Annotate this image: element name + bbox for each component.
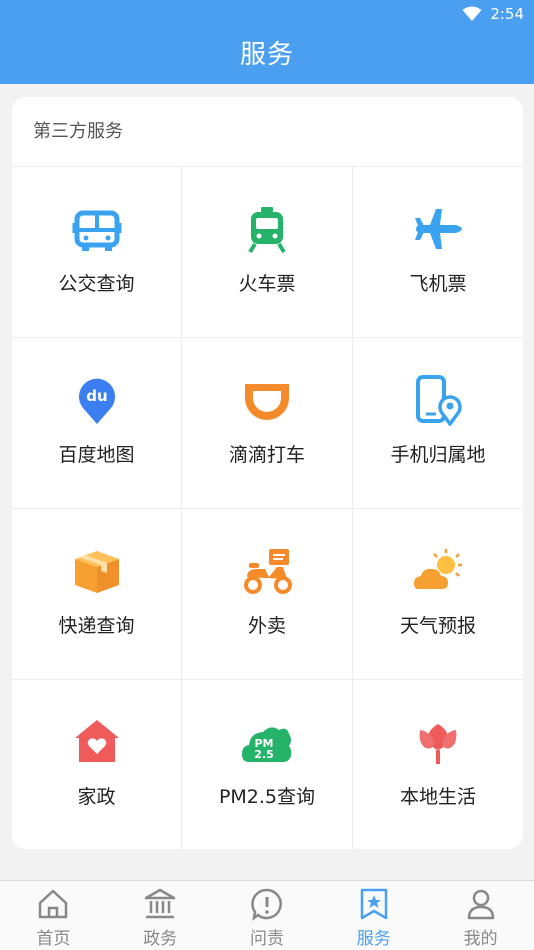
service-phone-location[interactable]: 手机归属地 <box>353 338 523 509</box>
star-bookmark-icon <box>360 888 388 920</box>
service-label: 天气预报 <box>399 615 476 637</box>
service-label: PM2.5查询 <box>218 786 316 808</box>
phone-location-icon <box>412 374 464 426</box>
service-flight-ticket[interactable]: 飞机票 <box>353 167 523 338</box>
service-takeaway[interactable]: 外卖 <box>182 509 353 680</box>
service-baidu-map[interactable]: du 百度地图 <box>12 338 182 509</box>
airplane-icon <box>412 203 464 255</box>
app-bar: 2:54 服务 <box>0 0 534 84</box>
service-local-life[interactable]: 本地生活 <box>353 680 523 849</box>
government-icon <box>144 888 176 919</box>
service-label: 公交查询 <box>58 273 135 295</box>
tab-services[interactable]: 服务 <box>320 881 427 950</box>
service-label: 火车票 <box>238 273 296 295</box>
tab-label: 服务 <box>356 929 391 949</box>
service-housekeeping[interactable]: 家政 <box>12 680 182 849</box>
tulip-icon <box>412 716 464 768</box>
tab-label: 首页 <box>36 929 71 949</box>
home-icon <box>39 889 68 919</box>
tab-label: 问责 <box>249 929 284 949</box>
service-label: 飞机票 <box>409 273 467 295</box>
tab-government[interactable]: 政务 <box>107 881 214 950</box>
services-card: 第三方服务 公交查询 火车票 飞机票 du 百度地图 滴滴打车 手机归属地 快递… <box>12 97 523 849</box>
service-label: 本地生活 <box>399 786 476 808</box>
tab-label: 政务 <box>143 929 178 949</box>
alert-icon <box>251 888 282 921</box>
service-train-ticket[interactable]: 火车票 <box>182 167 353 338</box>
tab-mine[interactable]: 我的 <box>427 881 534 950</box>
service-weather[interactable]: 天气预报 <box>353 509 523 680</box>
service-label: 家政 <box>77 786 116 808</box>
services-grid: 公交查询 火车票 飞机票 du 百度地图 滴滴打车 手机归属地 快递查询 外卖 … <box>12 167 523 849</box>
didi-icon <box>241 374 293 426</box>
status-bar: 2:54 <box>462 4 524 24</box>
service-didi[interactable]: 滴滴打车 <box>182 338 353 509</box>
weather-icon <box>412 545 464 597</box>
pm25-icon: PM 2.5 <box>241 716 293 768</box>
svg-text:2.5: 2.5 <box>254 748 274 761</box>
tab-label: 我的 <box>463 929 498 949</box>
house-icon <box>71 716 123 768</box>
section-title: 第三方服务 <box>12 97 523 167</box>
train-icon <box>241 203 293 255</box>
service-label: 手机归属地 <box>390 444 486 466</box>
service-label: 快递查询 <box>58 615 135 637</box>
svg-text:du: du <box>86 387 107 405</box>
service-express-query[interactable]: 快递查询 <box>12 509 182 680</box>
service-bus-query[interactable]: 公交查询 <box>12 167 182 338</box>
tab-home[interactable]: 首页 <box>0 881 107 950</box>
tab-accountability[interactable]: 问责 <box>214 881 321 950</box>
bottom-tab-bar: 首页 政务 问责 服务 我的 <box>0 880 534 950</box>
service-label: 外卖 <box>247 615 286 637</box>
wifi-icon <box>462 6 482 21</box>
baidu-map-icon: du <box>71 374 123 426</box>
service-label: 百度地图 <box>58 444 135 466</box>
package-icon <box>71 545 123 597</box>
user-icon <box>467 889 494 920</box>
status-time: 2:54 <box>490 5 524 23</box>
service-label: 滴滴打车 <box>228 444 305 466</box>
bus-icon <box>71 203 123 255</box>
page-title: 服务 <box>239 40 294 70</box>
service-pm25-query[interactable]: PM 2.5 PM2.5查询 <box>182 680 353 849</box>
scooter-icon <box>241 545 293 597</box>
